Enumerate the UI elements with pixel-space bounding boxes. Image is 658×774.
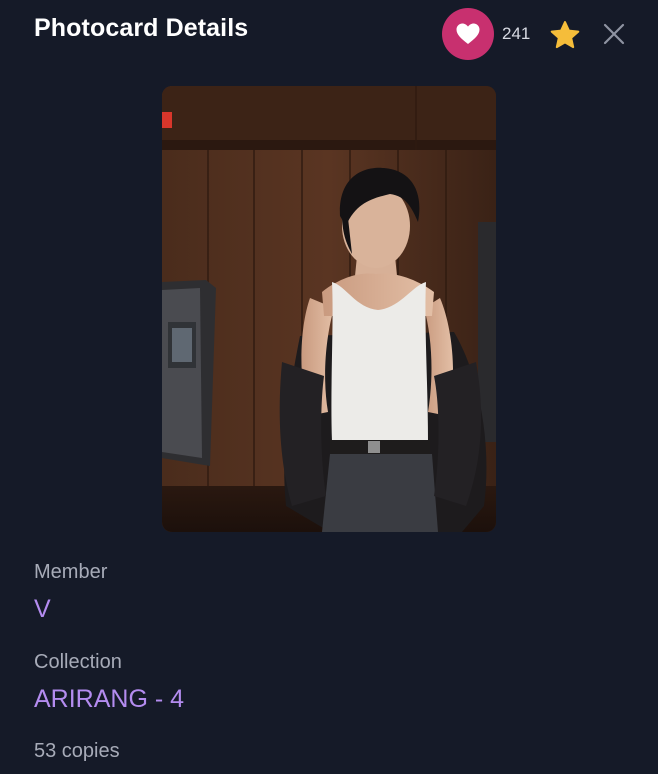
close-button[interactable] (600, 20, 628, 48)
like-count: 241 (502, 24, 531, 43)
like-button[interactable] (442, 8, 494, 60)
collection-value[interactable]: ARIRANG - 4 (34, 685, 184, 714)
photocard-details-modal: Photocard Details 241 Member V Collectio… (0, 0, 658, 774)
photocard-image (162, 86, 496, 532)
star-icon (550, 20, 580, 48)
member-value[interactable]: V (34, 595, 51, 624)
member-label: Member (34, 561, 108, 583)
collection-label: Collection (34, 651, 122, 673)
page-title: Photocard Details (34, 14, 249, 42)
close-icon (603, 23, 625, 45)
copies-count: 53 copies (34, 740, 120, 762)
favorite-button[interactable] (548, 18, 582, 52)
heart-icon (456, 23, 480, 44)
